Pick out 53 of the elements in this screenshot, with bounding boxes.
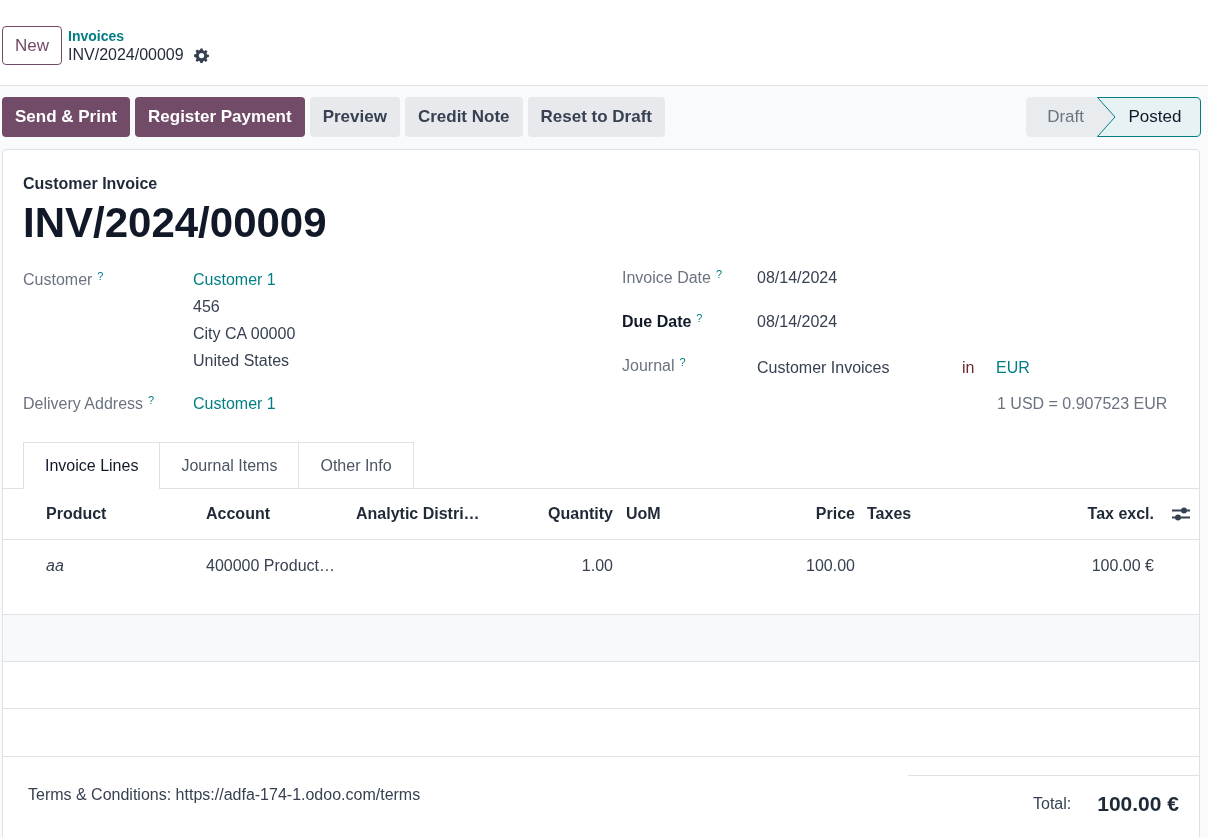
column-header[interactable]: Taxes	[860, 502, 961, 526]
secondary-button[interactable]: Reset to Draft	[527, 97, 665, 137]
primary-button[interactable]: Send & Print	[2, 97, 130, 137]
field-value: Customer Invoices	[757, 358, 891, 378]
help-tooltip[interactable]: ?	[679, 355, 686, 368]
help-tooltip[interactable]: ?	[97, 269, 104, 282]
secondary-button[interactable]: Credit Note	[404, 97, 523, 137]
customer-link[interactable]: Customer 1	[193, 266, 296, 293]
record-name: INV/2024/00009	[68, 45, 184, 65]
field-label: Invoice Date $^{?}$	[622, 269, 723, 286]
column-header[interactable]: Tax excl.	[961, 502, 1159, 526]
column-header[interactable]: Analytic Distri…	[346, 502, 496, 526]
primary-button[interactable]: Register Payment	[135, 97, 305, 137]
new-button[interactable]: New	[2, 26, 62, 65]
tab[interactable]: Invoice Lines	[23, 442, 161, 489]
customer-link[interactable]: Customer 1	[193, 390, 276, 417]
exchange-rate: 1 USD = 0.907523 EUR	[997, 394, 1168, 414]
total-label: Total:	[1033, 793, 1072, 814]
column-header[interactable]: Price	[701, 502, 860, 526]
column-settings-icon[interactable]	[1172, 507, 1190, 521]
address-line: City CA 00000	[193, 324, 296, 344]
column-header[interactable]: Product	[3, 502, 196, 526]
breadcrumb-link[interactable]: Invoices	[68, 27, 209, 45]
table-cell-text: aa	[45, 556, 65, 576]
column-header[interactable]: Quantity	[496, 502, 618, 526]
settings-icon[interactable]	[193, 47, 209, 63]
document-type-label: Customer Invoice	[23, 174, 159, 194]
field-label: Customer $^{?}$	[23, 271, 104, 288]
address-line: United States	[193, 351, 291, 371]
column-header[interactable]: Account	[196, 502, 346, 526]
tab[interactable]: Journal Items	[159, 442, 300, 489]
column-header[interactable]: UoM	[618, 502, 701, 526]
field-label: Journal $^{?}$	[622, 357, 686, 374]
address-line: 456	[193, 297, 221, 317]
total-amount: 100.00 €	[1097, 791, 1179, 817]
status-step[interactable]: Posted	[1097, 97, 1201, 137]
table-cell-text: 1.00	[580, 556, 614, 576]
invoice-title: INV/2024/00009	[23, 198, 328, 248]
field-value: 08/14/2024	[757, 268, 838, 288]
field-value: 08/14/2024	[757, 312, 838, 332]
table-cell-text: 100.00	[805, 556, 856, 576]
field-label: Delivery Address $^{?}$	[23, 395, 155, 412]
field-label: Due Date $^{?}$	[622, 313, 703, 330]
currency-link[interactable]: EUR	[996, 354, 1030, 380]
help-tooltip[interactable]: ?	[715, 267, 723, 280]
connector-text: in	[962, 358, 976, 378]
help-tooltip[interactable]: ?	[148, 393, 155, 406]
table-cell-text: 400000 Product…	[205, 556, 336, 576]
secondary-button[interactable]: Preview	[309, 97, 400, 137]
terms-and-conditions: Terms & Conditions: https://adfa-174-1.odoo.com/terms	[27, 785, 421, 805]
tab[interactable]: Other Info	[298, 442, 414, 489]
help-tooltip[interactable]: ?	[696, 311, 703, 324]
table-cell-text: 100.00 €	[1090, 556, 1155, 576]
